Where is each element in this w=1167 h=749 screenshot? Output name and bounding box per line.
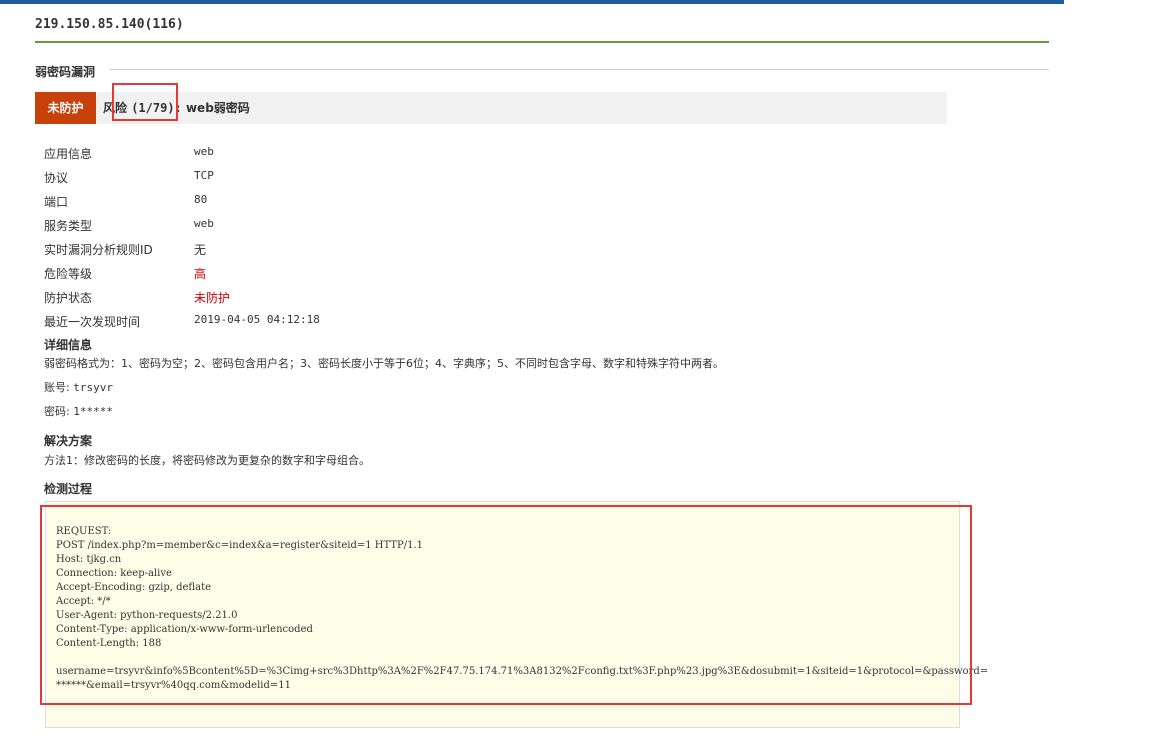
section-divider xyxy=(110,69,1049,70)
password-format-text: 弱密码格式为：1、密码为空；2、密码包含用户名；3、密码长度小于等于6位；4、字… xyxy=(44,357,724,370)
password-label: 密码: xyxy=(44,405,70,418)
info-value: TCP xyxy=(194,169,214,182)
solution-text: 方法1：修改密码的长度，将密码修改为更复杂的数字和字母组合。 xyxy=(44,454,370,467)
info-label: 实时漏洞分析规则ID xyxy=(44,243,153,257)
password-value: 1***** xyxy=(73,405,113,418)
top-accent-bar xyxy=(0,0,1064,4)
risk-count-highlight xyxy=(112,83,178,121)
info-label: 最近一次发现时间 xyxy=(44,315,141,329)
info-label: 服务类型 xyxy=(44,219,93,233)
info-label: 危险等级 xyxy=(44,267,93,281)
info-label: 防护状态 xyxy=(44,291,93,305)
account-label: 账号: xyxy=(44,381,70,394)
info-label: 端口 xyxy=(44,195,69,209)
account-line: 账号: trsyvr xyxy=(44,379,113,395)
protection-status-tag: 未防护 xyxy=(35,92,96,124)
info-value: 无 xyxy=(194,243,207,257)
details-title: 详细信息 xyxy=(44,338,93,352)
info-label: 应用信息 xyxy=(44,147,93,161)
info-value: web xyxy=(194,145,214,158)
request-highlight xyxy=(40,505,972,705)
info-label: 协议 xyxy=(44,171,69,185)
info-value: web xyxy=(194,217,214,230)
vulnerability-name: web弱密码 xyxy=(185,101,250,115)
risk-level-value: 高 xyxy=(194,267,207,281)
host-title: 219.150.85.140(116) xyxy=(35,17,184,32)
host-divider xyxy=(35,41,1049,43)
password-line: 密码: 1***** xyxy=(44,403,113,419)
process-title: 检测过程 xyxy=(44,482,93,496)
protection-status-value: 未防护 xyxy=(194,291,231,305)
section-title: 弱密码漏洞 xyxy=(35,65,96,79)
account-value: trsyvr xyxy=(73,381,113,394)
solution-title: 解决方案 xyxy=(44,434,93,448)
info-value: 80 xyxy=(194,193,208,206)
info-value: 2019-04-05 04:12:18 xyxy=(194,313,320,326)
